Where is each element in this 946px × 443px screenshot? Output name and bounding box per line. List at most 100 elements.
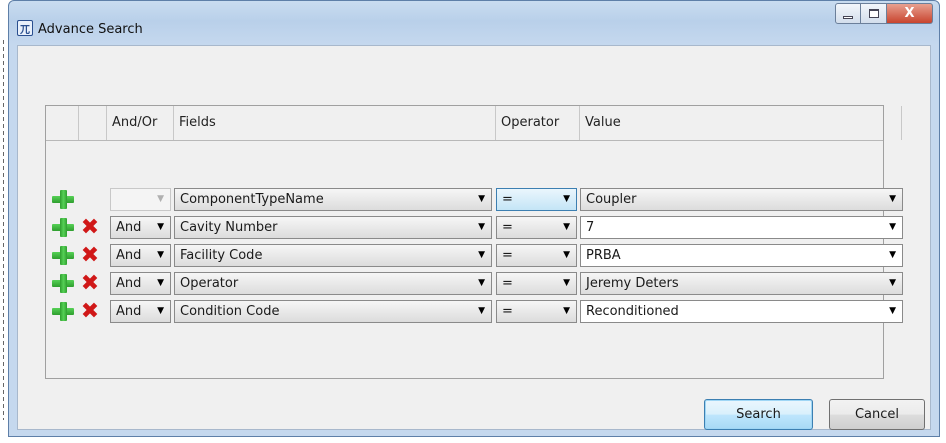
delete-x-icon: ✖ xyxy=(80,243,100,268)
operator-select[interactable]: = ▼ xyxy=(496,216,577,239)
grid-header: And/Or Fields Operator Value xyxy=(46,106,902,141)
field-select[interactable]: Cavity Number ▼ xyxy=(174,216,492,239)
chevron-down-icon: ▼ xyxy=(478,250,485,260)
and-or-select[interactable]: And ▼ xyxy=(110,272,171,295)
add-row-button[interactable] xyxy=(50,300,76,323)
chevron-down-icon: ▼ xyxy=(889,278,896,288)
and-or-value: And xyxy=(116,220,142,235)
header-fields: Fields xyxy=(174,106,496,140)
chevron-down-icon: ▼ xyxy=(889,194,896,204)
and-or-select: ▼ xyxy=(110,188,171,211)
header-and-or: And/Or xyxy=(107,106,174,140)
plus-icon-vertical xyxy=(60,218,67,237)
field-value: Facility Code xyxy=(180,248,263,263)
table-row: ✖ And ▼ Condition Code ▼ = ▼ Reconditioned ▼ xyxy=(46,299,903,324)
value-text: 7 xyxy=(586,220,595,235)
operator-value: = xyxy=(502,220,513,235)
header-operator: Operator xyxy=(496,106,580,140)
operator-select[interactable]: = ▼ xyxy=(496,244,577,267)
remove-row-button[interactable]: ✖ xyxy=(78,272,102,295)
delete-x-icon: ✖ xyxy=(80,271,100,296)
search-criteria-grid: And/Or Fields Operator Value ▼ Component… xyxy=(45,105,903,379)
add-row-button[interactable] xyxy=(50,188,76,211)
chevron-down-icon: ▼ xyxy=(563,250,570,260)
field-select[interactable]: Condition Code ▼ xyxy=(174,300,492,323)
operator-value: = xyxy=(502,192,513,207)
operator-select[interactable]: = ▼ xyxy=(496,188,577,211)
chevron-down-icon: ▼ xyxy=(563,222,570,232)
close-button[interactable]: X xyxy=(887,3,933,24)
table-row: ✖ And ▼ Facility Code ▼ = ▼ PRBA ▼ xyxy=(46,243,903,268)
remove-row-button[interactable]: ✖ xyxy=(78,300,102,323)
plus-icon-vertical xyxy=(60,246,67,265)
chevron-down-icon: ▼ xyxy=(157,250,164,260)
value-select[interactable]: Coupler ▼ xyxy=(580,188,903,211)
window-title: Advance Search xyxy=(38,22,143,37)
delete-x-icon: ✖ xyxy=(80,299,100,324)
chevron-down-icon: ▼ xyxy=(563,306,570,316)
chevron-down-icon: ▼ xyxy=(157,222,164,232)
app-icon: 兀 xyxy=(17,20,33,36)
plus-icon-vertical xyxy=(60,190,67,209)
minimize-icon xyxy=(843,16,853,19)
table-row: ✖ And ▼ Cavity Number ▼ = ▼ 7 ▼ xyxy=(46,215,903,240)
add-row-button[interactable] xyxy=(50,216,76,239)
cancel-button[interactable]: Cancel xyxy=(829,399,925,430)
field-value: Operator xyxy=(180,276,239,291)
plus-icon-vertical xyxy=(60,302,67,321)
chevron-down-icon: ▼ xyxy=(889,222,896,232)
and-or-select[interactable]: And ▼ xyxy=(110,244,171,267)
minimize-button[interactable] xyxy=(835,3,861,24)
chevron-down-icon: ▼ xyxy=(157,194,164,204)
add-row-button[interactable] xyxy=(50,244,76,267)
title-bar[interactable]: 兀 Advance Search X xyxy=(9,1,939,45)
field-value: ComponentTypeName xyxy=(180,192,324,207)
table-row: ▼ ComponentTypeName ▼ = ▼ Coupler ▼ xyxy=(46,187,903,212)
delete-x-icon: ✖ xyxy=(80,215,100,240)
header-remove-column xyxy=(79,106,107,140)
and-or-select[interactable]: And ▼ xyxy=(110,216,171,239)
chevron-down-icon: ▼ xyxy=(157,278,164,288)
chevron-down-icon: ▼ xyxy=(478,278,485,288)
field-select[interactable]: Operator ▼ xyxy=(174,272,492,295)
chevron-down-icon: ▼ xyxy=(157,306,164,316)
chevron-down-icon: ▼ xyxy=(889,250,896,260)
maximize-icon xyxy=(868,9,879,18)
header-value: Value xyxy=(580,106,902,140)
remove-row-button[interactable]: ✖ xyxy=(78,216,102,239)
operator-value: = xyxy=(502,304,513,319)
value-text: PRBA xyxy=(586,248,621,263)
and-or-value: And xyxy=(116,304,142,319)
dialog-body: And/Or Fields Operator Value ▼ Component… xyxy=(17,45,931,430)
close-icon: X xyxy=(904,6,915,21)
value-text: Coupler xyxy=(586,192,637,207)
value-text: Jeremy Deters xyxy=(586,276,679,291)
and-or-value: And xyxy=(116,276,142,291)
chevron-down-icon: ▼ xyxy=(478,306,485,316)
chevron-down-icon: ▼ xyxy=(478,194,485,204)
table-row: ✖ And ▼ Operator ▼ = ▼ Jeremy Deters ▼ xyxy=(46,271,903,296)
chevron-down-icon: ▼ xyxy=(889,306,896,316)
value-input[interactable]: Reconditioned ▼ xyxy=(580,300,903,323)
value-input[interactable]: PRBA ▼ xyxy=(580,244,903,267)
chevron-down-icon: ▼ xyxy=(563,194,570,204)
search-button[interactable]: Search xyxy=(704,399,813,430)
operator-value: = xyxy=(502,248,513,263)
value-input[interactable]: 7 ▼ xyxy=(580,216,903,239)
chevron-down-icon: ▼ xyxy=(478,222,485,232)
plus-icon-vertical xyxy=(60,274,67,293)
operator-select[interactable]: = ▼ xyxy=(496,272,577,295)
operator-select[interactable]: = ▼ xyxy=(496,300,577,323)
remove-row-button[interactable]: ✖ xyxy=(78,244,102,267)
field-value: Condition Code xyxy=(180,304,280,319)
field-select[interactable]: Facility Code ▼ xyxy=(174,244,492,267)
field-select[interactable]: ComponentTypeName ▼ xyxy=(174,188,492,211)
value-select[interactable]: Jeremy Deters ▼ xyxy=(580,272,903,295)
and-or-select[interactable]: And ▼ xyxy=(110,300,171,323)
maximize-button[interactable] xyxy=(861,3,887,24)
chevron-down-icon: ▼ xyxy=(563,278,570,288)
and-or-value: And xyxy=(116,248,142,263)
advance-search-window: 兀 Advance Search X And/Or Fields Operato… xyxy=(8,0,940,437)
field-value: Cavity Number xyxy=(180,220,278,235)
add-row-button[interactable] xyxy=(50,272,76,295)
